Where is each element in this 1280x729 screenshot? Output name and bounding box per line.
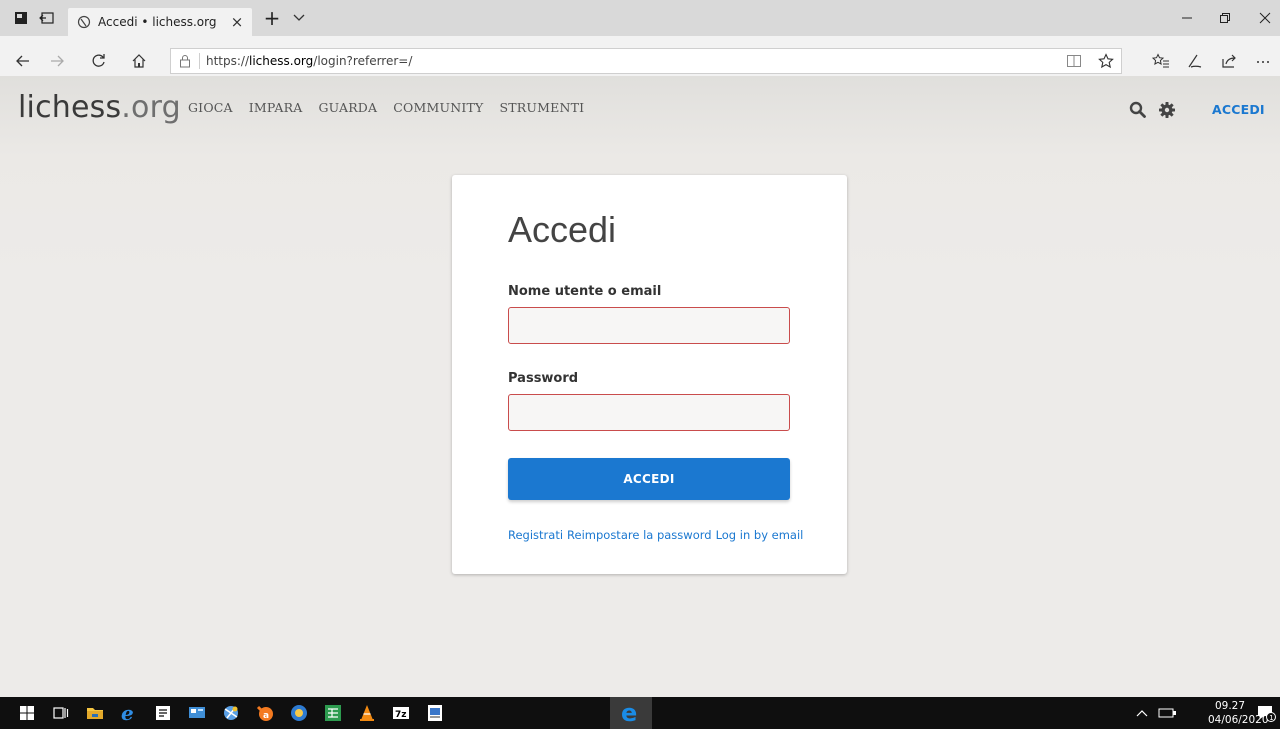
pen-notes-icon[interactable] xyxy=(1184,50,1206,72)
nav-community[interactable]: COMMUNITY xyxy=(393,100,483,115)
username-label: Nome utente o email xyxy=(508,284,662,299)
top-navigation: GIOCA IMPARA GUARDA COMMUNITY STRUMENTI xyxy=(188,100,584,115)
nav-impara[interactable]: IMPARA xyxy=(249,100,303,115)
clock-date: 04/06/2020 xyxy=(1208,714,1269,726)
address-separator xyxy=(199,53,200,69)
close-window-icon[interactable] xyxy=(1256,9,1274,27)
windows-taskbar: e a 7z e 09.27 04/06/2020 1 xyxy=(0,697,1280,729)
nav-strumenti[interactable]: STRUMENTI xyxy=(499,100,584,115)
loading-icon xyxy=(76,14,92,30)
favorite-star-icon[interactable] xyxy=(1097,52,1115,70)
reader-app-icon[interactable] xyxy=(152,702,174,724)
control-panel-icon[interactable] xyxy=(186,702,208,724)
password-label: Password xyxy=(508,371,579,386)
svg-text:e: e xyxy=(121,703,134,723)
svg-text:a: a xyxy=(263,711,269,721)
username-input[interactable] xyxy=(508,307,790,344)
browser-toolbar: https://lichess.org/login?referrer=/ xyxy=(0,46,1280,76)
globe-app-icon[interactable] xyxy=(288,702,310,724)
refresh-icon[interactable] xyxy=(88,50,110,72)
url-domain: lichess.org xyxy=(249,54,314,68)
password-input[interactable] xyxy=(508,394,790,431)
toolbar-background xyxy=(0,36,1280,46)
lock-icon[interactable] xyxy=(179,54,193,68)
tab-close-icon[interactable]: × xyxy=(230,13,244,31)
notification-count: 1 xyxy=(1269,714,1273,722)
network-app-icon[interactable] xyxy=(220,702,242,724)
7zip-icon[interactable]: 7z xyxy=(390,702,412,724)
home-icon[interactable] xyxy=(128,50,150,72)
login-submit-button[interactable]: ACCEDI xyxy=(508,458,790,500)
forward-arrow-icon[interactable] xyxy=(46,50,68,72)
url-path: /login?referrer=/ xyxy=(313,54,413,68)
login-card: Accedi Nome utente o email Password ACCE… xyxy=(452,175,847,574)
show-hidden-icons-chevron-icon[interactable] xyxy=(1136,697,1148,729)
email-login-link[interactable]: Log in by email xyxy=(716,528,804,542)
chevron-down-icon[interactable] xyxy=(292,10,306,24)
new-tab-button[interactable]: + xyxy=(262,6,282,30)
edge-browser-icon[interactable]: e xyxy=(619,702,641,724)
tab-actions-icon[interactable] xyxy=(12,9,30,27)
more-options-icon[interactable] xyxy=(1252,50,1274,72)
gear-icon[interactable] xyxy=(1156,99,1178,121)
share-icon[interactable] xyxy=(1218,50,1240,72)
vlc-icon[interactable] xyxy=(356,702,378,724)
back-arrow-icon[interactable] xyxy=(12,50,34,72)
clock-time: 09.27 xyxy=(1214,700,1246,712)
task-view-icon[interactable] xyxy=(50,702,72,724)
favorites-list-icon[interactable] xyxy=(1150,50,1172,72)
search-icon[interactable] xyxy=(1128,100,1148,120)
page-viewport: lichess.org GIOCA IMPARA GUARDA COMMUNIT… xyxy=(0,76,1280,697)
spreadsheet-app-icon[interactable] xyxy=(322,702,344,724)
url-prefix: https:// xyxy=(206,54,250,68)
svg-text:7z: 7z xyxy=(395,710,407,720)
register-link[interactable]: Registrati xyxy=(508,528,563,542)
header-login-link[interactable]: ACCEDI xyxy=(1212,102,1265,117)
reset-password-link[interactable]: Reimpostare la password xyxy=(567,528,712,542)
page-title: Accedi xyxy=(508,209,617,250)
notification-center-icon[interactable]: 1 xyxy=(1256,697,1276,729)
nav-guarda[interactable]: GUARDA xyxy=(318,100,377,115)
internet-explorer-icon[interactable]: e xyxy=(118,702,140,724)
browser-tab-strip: Accedi • lichess.org × + xyxy=(0,0,1280,36)
taskbar-clock[interactable]: 09.27 04/06/2020 xyxy=(1208,699,1269,727)
restore-icon[interactable] xyxy=(1216,9,1234,27)
site-logo[interactable]: lichess.org xyxy=(18,90,181,125)
address-bar[interactable]: https://lichess.org/login?referrer=/ xyxy=(170,48,1122,74)
set-tabs-aside-icon[interactable] xyxy=(38,9,56,27)
site-header: lichess.org GIOCA IMPARA GUARDA COMMUNIT… xyxy=(0,76,1280,136)
windows-start-icon[interactable] xyxy=(16,702,38,724)
avast-icon[interactable]: a xyxy=(254,702,276,724)
logo-tld: .org xyxy=(121,90,181,125)
file-explorer-icon[interactable] xyxy=(84,702,106,724)
logo-name: lichess xyxy=(18,90,122,125)
svg-text:e: e xyxy=(621,702,637,724)
minimize-icon[interactable] xyxy=(1178,9,1196,27)
reading-view-icon[interactable] xyxy=(1065,52,1083,70)
keyboard-tray-icon[interactable] xyxy=(1158,697,1178,729)
nav-gioca[interactable]: GIOCA xyxy=(188,100,233,115)
address-url[interactable]: https://lichess.org/login?referrer=/ xyxy=(206,54,412,68)
login-links: Registrati Reimpostare la password Log in … xyxy=(508,528,807,542)
tab-title: Accedi • lichess.org xyxy=(98,15,217,29)
tab-accedi[interactable]: Accedi • lichess.org × xyxy=(68,8,252,36)
word-processor-icon[interactable] xyxy=(424,702,446,724)
